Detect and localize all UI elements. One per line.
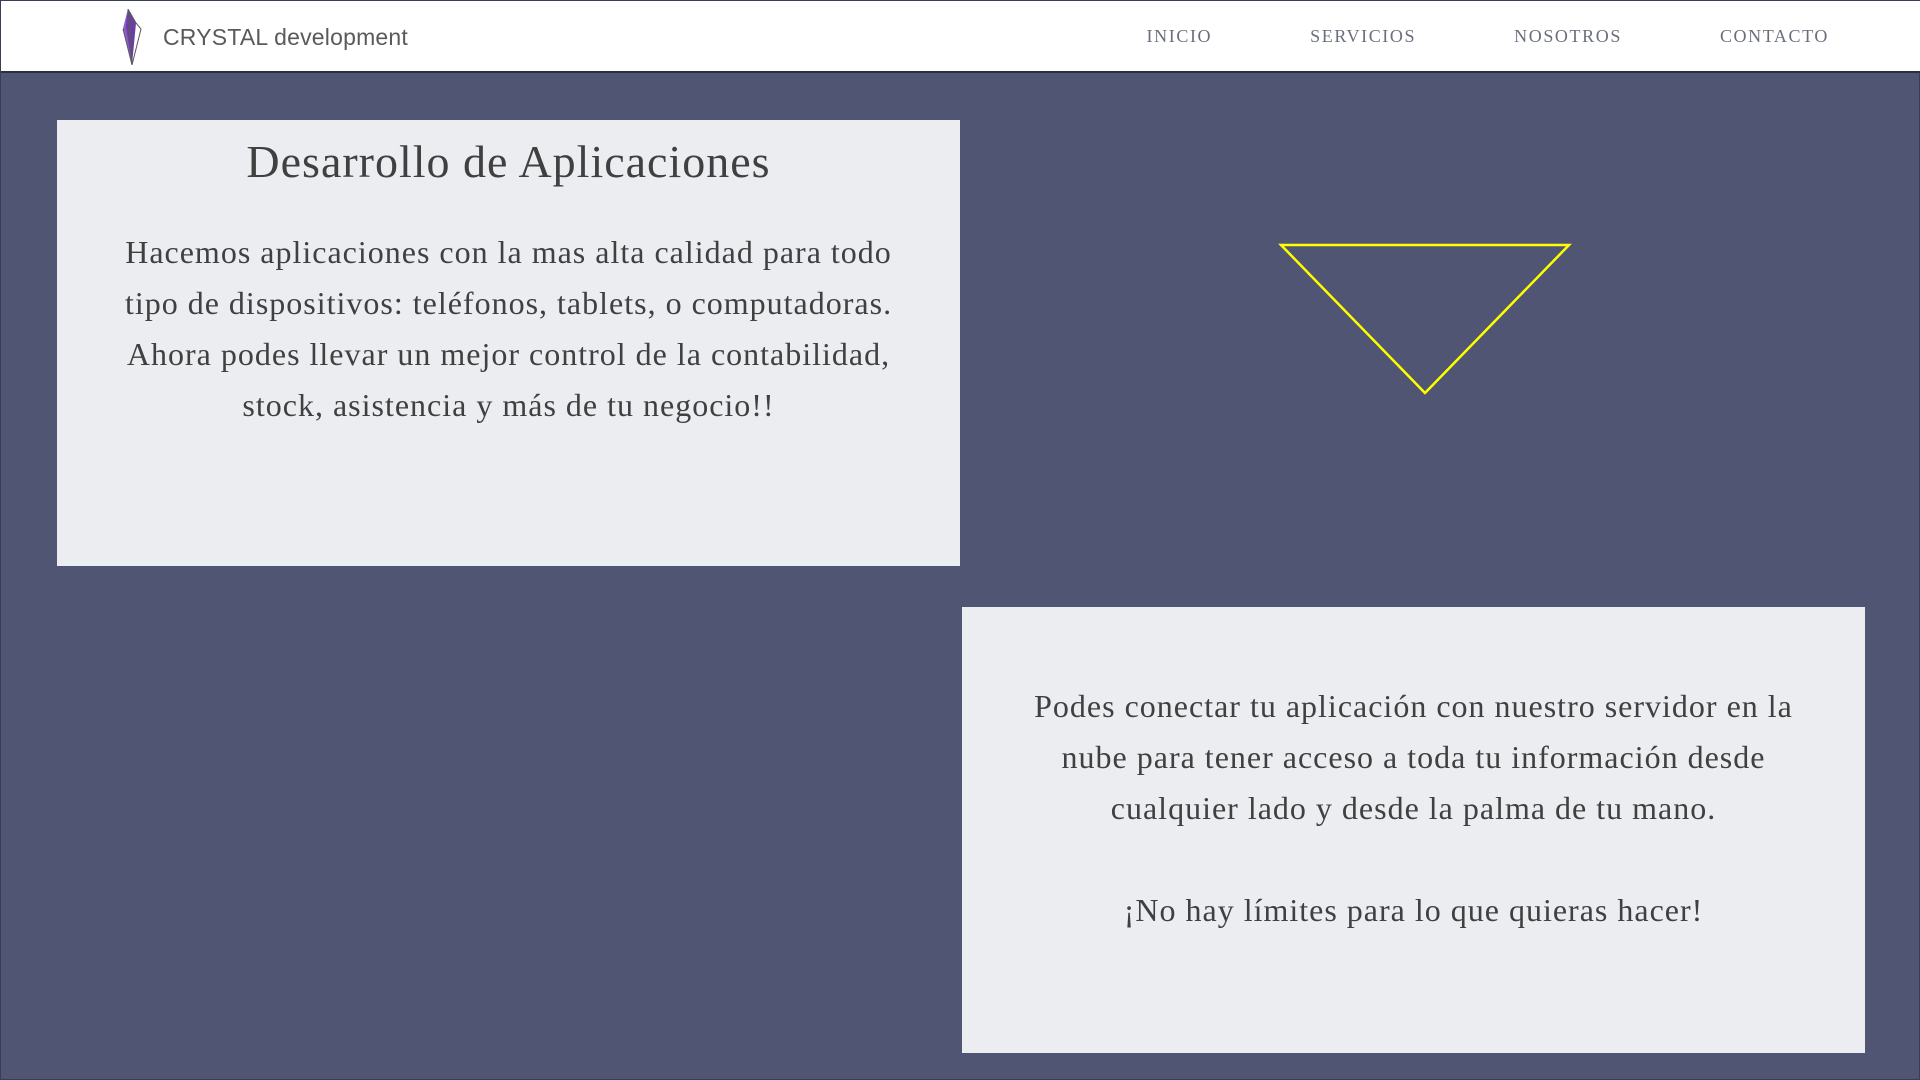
brand-name: CRYSTAL development [163, 23, 408, 50]
main-nav: INICIO SERVICIOS NOSOTROS CONTACTO [1147, 1, 1829, 71]
apps-title: Desarrollo de Aplicaciones [246, 136, 771, 187]
page: CRYSTAL development INICIO SERVICIOS NOS… [0, 0, 1920, 1080]
brand-link[interactable]: CRYSTAL development [117, 9, 408, 65]
apps-paragraph-2: Ahora podes llevar un mejor control de l… [126, 335, 891, 423]
cloud-card: Podes conectar tu aplicación con nuestro… [962, 607, 1865, 1053]
nav-servicios[interactable]: SERVICIOS [1310, 26, 1416, 47]
nav-nosotros[interactable]: NOSOTROS [1514, 26, 1622, 47]
apps-card: Desarrollo de Aplicaciones Hacemos aplic… [57, 120, 960, 566]
apps-paragraph-1: Hacemos aplicaciones con la mas alta cal… [124, 233, 893, 321]
cloud-paragraph-1: Podes conectar tu aplicación con nuestro… [1034, 688, 1793, 826]
triangle-outline-icon [1278, 243, 1572, 395]
top-navbar: CRYSTAL development INICIO SERVICIOS NOS… [1, 1, 1920, 73]
cloud-paragraph-2: ¡No hay límites para lo que quieras hace… [1123, 892, 1704, 928]
crystal-logo-icon [122, 9, 142, 65]
nav-contacto[interactable]: CONTACTO [1720, 26, 1829, 47]
nav-inicio[interactable]: INICIO [1147, 26, 1213, 47]
